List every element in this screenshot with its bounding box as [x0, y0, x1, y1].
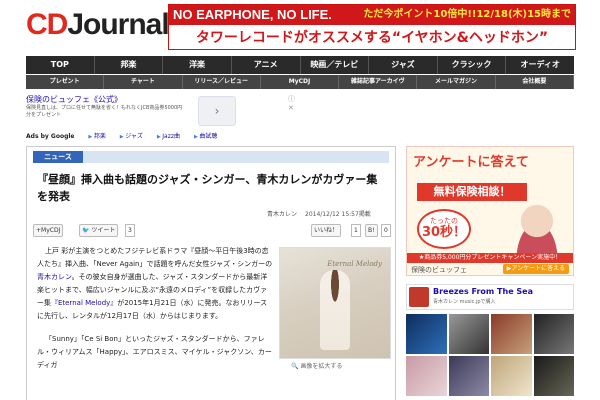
site-logo[interactable]: CDJournal: [26, 8, 170, 48]
album-tile[interactable]: [491, 356, 532, 396]
subnav-chart[interactable]: チャート: [104, 75, 183, 89]
subnav-magazine-archive[interactable]: 雑誌記事アーカイヴ: [339, 75, 418, 89]
ad-title[interactable]: 保険のビュッフェ《公式》: [26, 94, 122, 105]
insurance-survey-ad[interactable]: アンケートに答えて 無料保険相談！ たったの 30秒！ ★商品券5,000円分プレ…: [406, 146, 574, 276]
ad-link-preview[interactable]: 曲試聴: [194, 133, 217, 140]
nav-audio[interactable]: オーディオ: [506, 56, 574, 74]
hatena-count: 0: [381, 224, 391, 237]
article-meta: 青木カレン 2014/12/12 15:57掲載: [259, 209, 371, 218]
bubble-number: 30秒！: [421, 225, 467, 240]
subnav-release-review[interactable]: リリース／レビュー: [183, 75, 261, 89]
nav-classic[interactable]: クラシック: [438, 56, 507, 74]
article-paragraph-2: 「Sunny」「Ce Si Bon」といったジャズ・スタンダードから、ファレル・…: [37, 335, 272, 369]
nav-top[interactable]: TOP: [26, 56, 95, 74]
album-tile[interactable]: [533, 356, 574, 396]
subnav-present[interactable]: プレゼント: [26, 75, 105, 89]
album-tile[interactable]: [491, 314, 532, 354]
ad-description: 保険見直しは、プロに任せて無駄を省く！もれなくJCB商品券5000円分をプレゼン…: [26, 105, 183, 118]
subnav-mail-magazine[interactable]: メールマガジン: [417, 75, 496, 89]
mycdj-label: MyCDJ: [41, 227, 61, 234]
tweet-button[interactable]: 🐦 ツイート: [79, 224, 119, 237]
tweet-label: ツイート: [91, 227, 116, 234]
logo-cd: CD: [26, 8, 68, 41]
nav-yogaku[interactable]: 洋楽: [163, 56, 232, 74]
tweet-count: 3: [125, 224, 135, 237]
category-bar: ニュース: [33, 151, 389, 163]
survey-ad-brand: 保険のビュッフェ: [411, 266, 467, 274]
like-count: 1: [351, 224, 361, 237]
main-nav: TOP 邦楽 洋楽 アニメ 映画／テレビ ジャズ クラシック オーディオ: [26, 56, 574, 74]
ad-links-row: Ads by Google 邦楽 ジャズ Jazz曲 曲試聴: [26, 131, 396, 141]
twitter-icon: 🐦: [82, 227, 90, 234]
article-artist-link[interactable]: 青木カレン: [267, 211, 297, 218]
mycdj-button[interactable]: +MyCDJ: [33, 224, 64, 237]
album-tile[interactable]: [406, 314, 447, 354]
ad-link-jazz[interactable]: ジャズ: [120, 133, 143, 140]
ads-by-google[interactable]: Ads by Google: [26, 133, 74, 140]
banner-tagline: タワーレコードがオススメする“イヤホン&ヘッドホン”: [169, 25, 575, 49]
enlarge-image-link[interactable]: 画像を拡大する: [291, 361, 342, 370]
like-label: いいね！: [314, 227, 339, 234]
ad-arrow-button[interactable]: ›: [198, 96, 236, 126]
bubble-top: たったの: [430, 217, 458, 225]
banner-top-strip: NO EARPHONE, NO LIFE. ただ今ポイント10倍中!!12/18…: [169, 5, 575, 25]
cover-figure: [320, 270, 350, 350]
social-buttons: +MyCDJ 🐦 ツイート 3 いいね！ 1 B! 0: [33, 224, 391, 238]
album-tile[interactable]: [533, 314, 574, 354]
album-tile[interactable]: [406, 356, 447, 396]
article-title: 『昼顔』挿入曲も話題のジャズ・シンガー、青木カレンがカヴァー集を発表: [37, 173, 378, 203]
logo-journal: Journal: [67, 8, 169, 41]
p1-text-a: 上戸 彩が主演をつとめたフジテレビ系ドラマ『昼顔～平日午後3時の恋人たち』挿入曲…: [37, 247, 273, 268]
album-tile[interactable]: [448, 356, 489, 396]
ad-link-hogaku[interactable]: 邦楽: [88, 133, 105, 140]
p1-album-link[interactable]: 『Eternal Melody』: [51, 299, 117, 307]
album-cover-image[interactable]: Eternal Melody: [279, 247, 391, 359]
musicjp-m-icon: [409, 287, 429, 307]
musicjp-widget[interactable]: Breezes From The Sea 青木カレン music.jpで購入: [406, 284, 574, 310]
survey-ad-strip: ★商品券5,000円分プレゼントキャンペーン実施中！: [407, 253, 573, 263]
album-tile[interactable]: [448, 314, 489, 354]
musicjp-artist: 青木カレン music.jpで購入: [433, 298, 496, 305]
article-date: 2014/12/12 15:57掲載: [305, 211, 371, 218]
nav-hogaku[interactable]: 邦楽: [95, 56, 164, 74]
article-body: 上戸 彩が主演をつとめたフジテレビ系ドラマ『昼顔～平日午後3時の恋人たち』挿入曲…: [37, 245, 273, 382]
category-label[interactable]: ニュース: [33, 151, 83, 163]
nav-anime[interactable]: アニメ: [232, 56, 301, 74]
musicjp-artist-name: 青木カレン: [433, 299, 459, 305]
news-article: ニュース 『昼顔』挿入曲も話題のジャズ・シンガー、青木カレンがカヴァー集を発表 …: [26, 146, 396, 400]
ad-link-jazz-song[interactable]: Jazz曲: [157, 133, 180, 140]
subnav-mycdj[interactable]: MyCDJ: [261, 75, 340, 89]
cover-script: Eternal Melody: [327, 260, 382, 268]
nav-movie-tv[interactable]: 映画／テレビ: [301, 56, 370, 74]
survey-ad-headline: アンケートに答えて: [413, 155, 529, 170]
banner-promo: ただ今ポイント10倍中!!12/18(木)15時まで: [363, 9, 571, 20]
banner-headline: NO EARPHONE, NO LIFE.: [173, 7, 332, 22]
hatena-bookmark-button[interactable]: B!: [365, 224, 378, 237]
survey-ad-band: 無料保険相談！: [417, 183, 527, 201]
subnav-company[interactable]: 会社概要: [496, 75, 574, 89]
google-text-ad[interactable]: 保険のビュッフェ《公式》 保険見直しは、プロに任せて無駄を省く！もれなくJCB商…: [26, 94, 295, 128]
ad-info-close-icon[interactable]: ⓘ ✕: [288, 94, 295, 112]
musicjp-title[interactable]: Breezes From The Sea: [433, 287, 533, 296]
survey-ad-cta-button[interactable]: ▶アンケートに答える: [502, 264, 569, 274]
musicjp-sub: music.jpで購入: [459, 299, 496, 305]
article-paragraph-1: 上戸 彩が主演をつとめたフジテレビ系ドラマ『昼顔～平日午後3時の恋人たち』挿入曲…: [37, 245, 273, 323]
like-button[interactable]: いいね！: [311, 224, 342, 237]
p1-artist-link[interactable]: 青木カレン: [37, 273, 72, 281]
sub-nav: プレゼント チャート リリース／レビュー MyCDJ 雑誌記事アーカイヴ メール…: [26, 75, 574, 89]
nav-jazz[interactable]: ジャズ: [369, 56, 438, 74]
album-grid: [406, 314, 574, 400]
survey-ad-bubble: たったの 30秒！: [417, 209, 471, 249]
tower-records-banner[interactable]: NO EARPHONE, NO LIFE. ただ今ポイント10倍中!!12/18…: [168, 4, 576, 50]
